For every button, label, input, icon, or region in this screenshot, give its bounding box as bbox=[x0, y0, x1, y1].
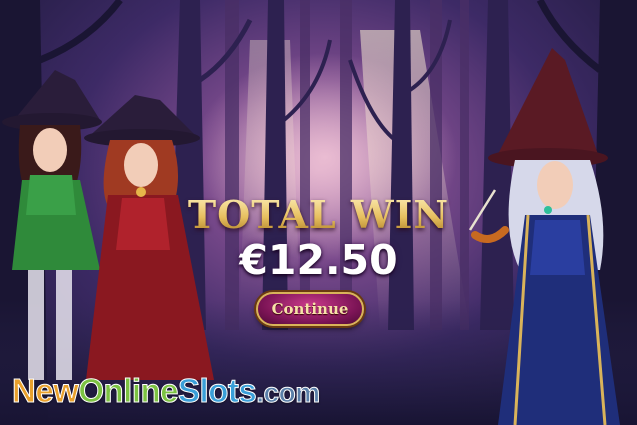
watermark-online: Online bbox=[78, 372, 179, 410]
total-win-title: TOTAL WIN bbox=[0, 192, 637, 237]
win-amount: €12.50 bbox=[239, 236, 398, 284]
site-watermark: NewOnlineSlots.com bbox=[11, 372, 321, 410]
watermark-new: New bbox=[11, 372, 79, 410]
game-scene: TOTAL WIN €12.50 Continue NewOnlineSlots… bbox=[0, 0, 637, 425]
watermark-com: .com bbox=[256, 377, 321, 409]
watermark-slots: Slots bbox=[178, 372, 258, 410]
continue-button[interactable]: Continue bbox=[256, 292, 364, 326]
